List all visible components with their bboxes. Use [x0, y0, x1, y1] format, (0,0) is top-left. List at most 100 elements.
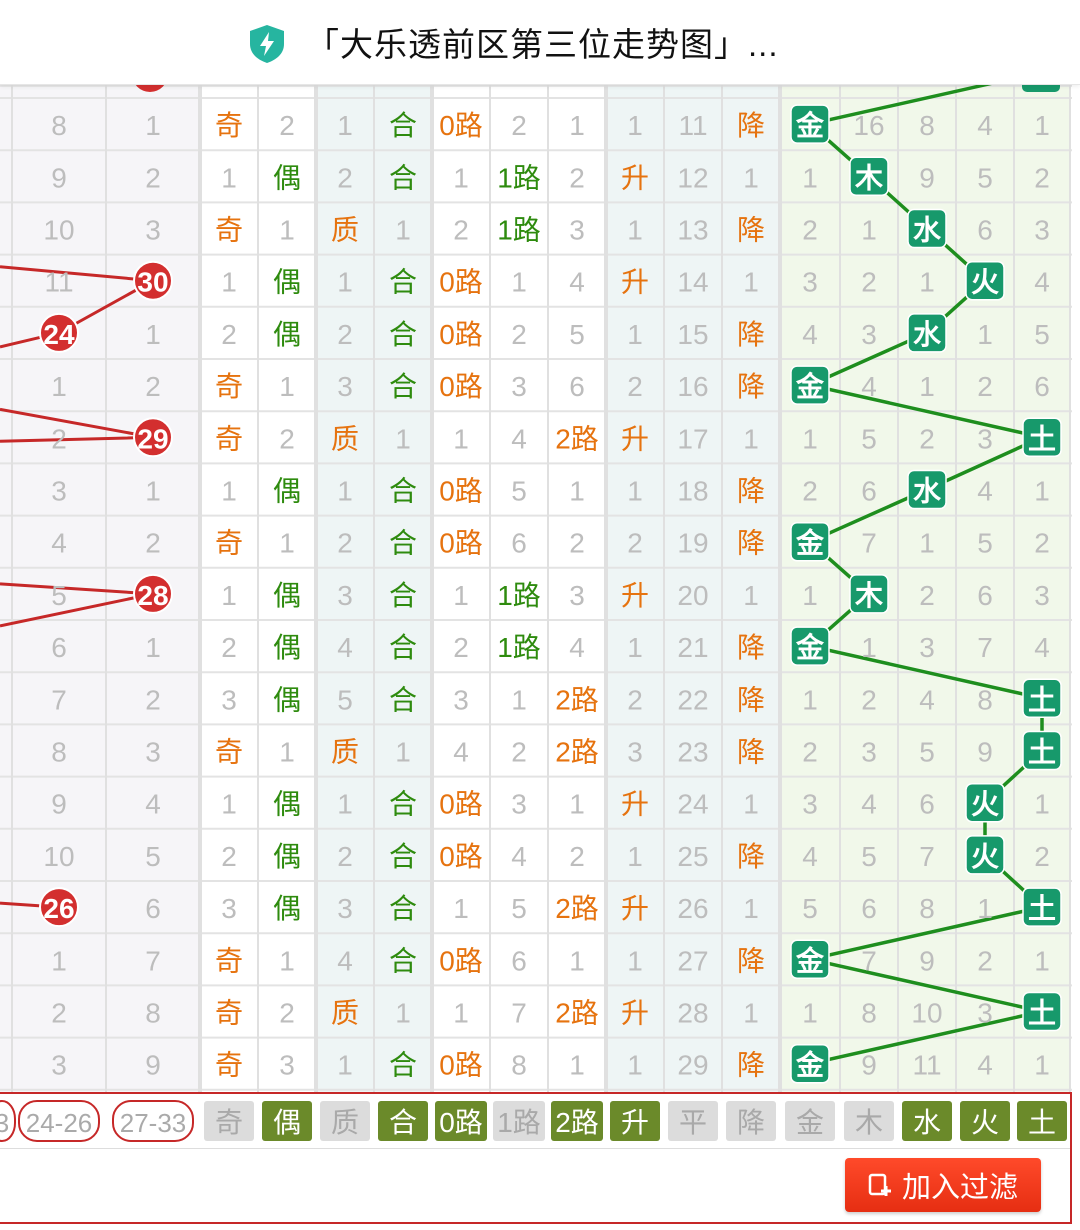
omission-cell: 2: [279, 110, 295, 141]
hit-cell: 降: [737, 476, 765, 507]
omission-cell: 5: [1034, 319, 1050, 350]
omission-cell: 1: [1034, 476, 1050, 507]
omission-cell: 2: [145, 528, 161, 559]
omission-cell: 5: [977, 528, 993, 559]
omission-cell: 9: [51, 789, 67, 820]
omission-cell: 9: [919, 162, 935, 193]
omission-cell: 4: [1034, 632, 1050, 663]
omission-cell: 3: [802, 789, 818, 820]
omission-cell: 1: [337, 476, 353, 507]
omission-cell: 5: [919, 737, 935, 768]
hit-cell: 0路: [439, 789, 483, 820]
omission-cell: 1: [51, 371, 67, 402]
omission-cell: 3: [802, 267, 818, 298]
hit-cell: 偶: [273, 632, 301, 663]
omission-cell: 1: [743, 580, 759, 611]
omission-cell: 2: [145, 162, 161, 193]
omission-cell: 1: [919, 371, 935, 402]
hit-cell: 合: [389, 580, 417, 611]
omission-cell: 1: [279, 528, 295, 559]
omission-cell: 6: [919, 789, 935, 820]
element-label: 火: [971, 841, 999, 872]
hit-cell: 奇: [215, 528, 243, 559]
hit-cell: 偶: [273, 841, 301, 872]
page-title: 「大乐透前区第三位走势图」...: [306, 26, 779, 63]
hit-cell: 偶: [273, 319, 301, 350]
hit-cell: 降: [737, 737, 765, 768]
omission-cell: 1: [453, 162, 469, 193]
hit-cell: 0路: [439, 945, 483, 976]
omission-cell: 1: [337, 1050, 353, 1081]
ball-number: 29: [137, 423, 168, 454]
omission-cell: 6: [977, 215, 993, 246]
omission-cell: 2: [221, 319, 237, 350]
omission-cell: 1: [743, 423, 759, 454]
add-filter-button[interactable]: 加入过滤: [845, 1158, 1041, 1212]
omission-cell: 11: [678, 110, 707, 141]
hit-cell: 降: [737, 684, 765, 715]
hit-cell: 奇: [215, 945, 243, 976]
omission-cell: 2: [511, 110, 527, 141]
omission-cell: 21: [677, 632, 708, 663]
hit-cell: 偶: [273, 476, 301, 507]
omission-cell: 1: [395, 215, 411, 246]
omission-cell: 3: [861, 319, 877, 350]
omission-cell: 9: [919, 945, 935, 976]
omission-cell: 6: [977, 580, 993, 611]
hit-cell: 合: [389, 528, 417, 559]
omission-cell: 3: [569, 580, 585, 611]
omission-cell: 9: [145, 1050, 161, 1081]
omission-cell: 3: [51, 1050, 67, 1081]
omission-cell: 5: [511, 893, 527, 924]
omission-cell: 2: [861, 267, 877, 298]
element-label: 土: [1028, 684, 1056, 715]
omission-cell: 3: [337, 580, 353, 611]
hit-cell: 0路: [439, 1050, 483, 1081]
omission-cell: 4: [511, 841, 527, 872]
hit-cell: 偶: [273, 684, 301, 715]
omission-cell: 2: [627, 684, 643, 715]
omission-cell: 10: [911, 998, 942, 1029]
hit-cell: 升: [621, 998, 649, 1029]
add-filter-label: 加入过滤: [901, 1172, 1018, 1204]
omission-cell: 2: [861, 684, 877, 715]
omission-cell: 1: [511, 267, 527, 298]
element-label: 火: [971, 267, 999, 298]
hit-cell: 质: [331, 215, 359, 246]
omission-cell: 1: [279, 737, 295, 768]
omission-cell: 3: [145, 737, 161, 768]
omission-cell: 1: [145, 476, 161, 507]
omission-cell: 3: [145, 215, 161, 246]
omission-cell: 8: [919, 110, 935, 141]
omission-cell: 4: [977, 110, 993, 141]
omission-cell: 1: [453, 580, 469, 611]
omission-cell: 1: [453, 893, 469, 924]
element-label: 金: [795, 631, 825, 663]
omission-cell: 7: [145, 945, 161, 976]
omission-cell: 2: [977, 945, 993, 976]
hit-cell: 奇: [215, 215, 243, 246]
omission-cell: 8: [861, 998, 877, 1029]
omission-cell: 3: [337, 371, 353, 402]
hit-cell: 降: [737, 371, 765, 402]
omission-cell: 2: [279, 423, 295, 454]
omission-cell: 6: [569, 371, 585, 402]
omission-cell: 27: [677, 945, 708, 976]
omission-cell: 1: [337, 110, 353, 141]
omission-cell: 5: [145, 841, 161, 872]
omission-cell: 3: [511, 371, 527, 402]
hit-cell: 升: [621, 893, 649, 924]
element-label: 土: [1028, 737, 1056, 768]
hit-cell: 偶: [273, 789, 301, 820]
omission-cell: 1: [395, 423, 411, 454]
omission-cell: 1: [1034, 945, 1050, 976]
omission-cell: 2: [627, 371, 643, 402]
title-bar: 「大乐透前区第三位走势图」...: [0, 0, 1080, 85]
hit-cell: 升: [621, 162, 649, 193]
omission-cell: 4: [861, 789, 877, 820]
omission-cell: 2: [977, 371, 993, 402]
omission-cell: 16: [853, 110, 884, 141]
hit-cell: 合: [389, 319, 417, 350]
omission-cell: 1: [802, 580, 818, 611]
omission-cell: 2: [802, 737, 818, 768]
